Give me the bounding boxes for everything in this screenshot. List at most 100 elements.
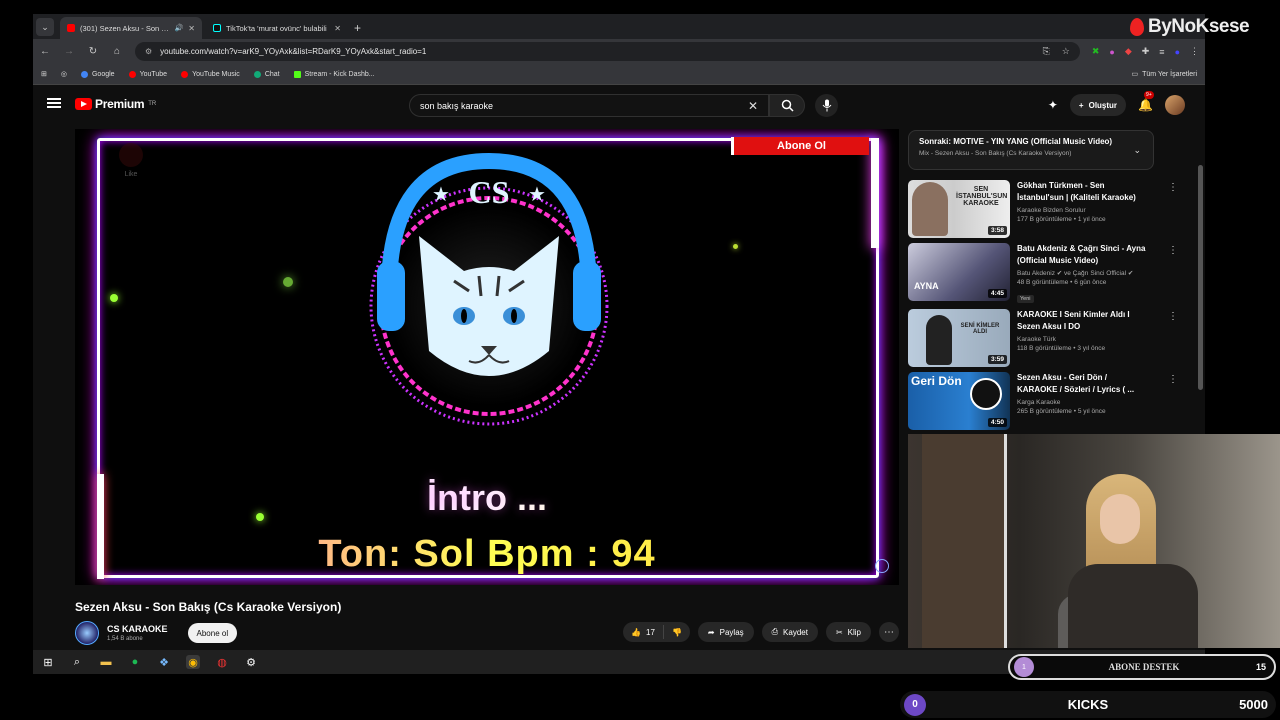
bookmark-icon[interactable]: ◎ bbox=[61, 70, 67, 78]
extension-x-icon[interactable]: ✖ bbox=[1092, 46, 1100, 57]
sparkle bbox=[283, 277, 293, 287]
tab-tiktok[interactable]: TikTok'ta 'murat ovünc' bulabili ✕ bbox=[206, 17, 348, 39]
search-button[interactable] bbox=[769, 94, 805, 117]
kick-icon bbox=[293, 70, 301, 78]
subscribe-button[interactable]: Abone ol bbox=[187, 623, 238, 643]
tiktok-favicon-icon bbox=[213, 24, 221, 32]
microphone-icon bbox=[822, 99, 831, 112]
thumbnail-text: Geri Dön bbox=[911, 374, 962, 388]
new-tab-icon[interactable]: + bbox=[354, 21, 361, 35]
folder-icon: ▭ bbox=[1131, 71, 1139, 78]
bookmarks-bar: ⊞ ◎ Google YouTube YouTube Music Chat St… bbox=[33, 64, 1205, 85]
notifications-button[interactable]: 🔔 9+ bbox=[1138, 91, 1154, 114]
bell-icon: 🔔 bbox=[1138, 98, 1153, 112]
site-info-icon[interactable]: ⚙ bbox=[145, 47, 152, 56]
recommendation-channel: Karaoke Bizden Sorulur bbox=[1017, 207, 1086, 214]
recommendation-channel: Karaoke Türk bbox=[1017, 336, 1056, 343]
audio-icon[interactable]: 🔊 bbox=[175, 24, 184, 32]
windows-start-icon[interactable]: ⊞ bbox=[41, 655, 55, 669]
more-actions-icon[interactable]: ⋯ bbox=[879, 622, 899, 642]
bookmark-chat[interactable]: Chat bbox=[253, 70, 280, 78]
recommendation-item[interactable]: Geri Dön 4:50 Sezen Aksu - Geri Dön / KA… bbox=[908, 372, 1178, 430]
home-icon[interactable]: ⌂ bbox=[111, 46, 123, 57]
settings-gear-icon[interactable]: ⚙ bbox=[244, 655, 258, 669]
apps-grid-icon[interactable]: ⊞ bbox=[41, 70, 47, 78]
file-explorer-icon[interactable]: ▬ bbox=[99, 655, 113, 669]
profile-icon[interactable]: ● bbox=[1175, 47, 1180, 57]
search-input[interactable]: son bakış karaoke ✕ bbox=[409, 94, 769, 117]
forward-icon[interactable]: → bbox=[63, 46, 75, 57]
channel-row: CS KARAOKE 1,54 B abone Abone ol bbox=[75, 621, 238, 645]
thumbnail-person bbox=[912, 182, 948, 236]
bookmark-youtube-music[interactable]: YouTube Music bbox=[181, 70, 240, 78]
save-button[interactable]: ⎙ Kaydet bbox=[761, 622, 818, 642]
bookmark-youtube[interactable]: YouTube bbox=[128, 70, 168, 78]
shirt bbox=[1068, 564, 1198, 648]
scissors-icon: ✂ bbox=[835, 627, 843, 637]
new-badge: Yeni bbox=[1017, 295, 1034, 303]
channel-name[interactable]: CS KARAOKE bbox=[107, 624, 168, 634]
recommendation-meta: 48 B görüntüleme • 6 gün önce bbox=[1017, 279, 1107, 286]
recommendation-item[interactable]: AYNA 4:45 Batu Akdeniz & Çağrı Sinci - A… bbox=[908, 243, 1178, 303]
webcam-overlay bbox=[908, 434, 1280, 648]
all-bookmarks[interactable]: ▭ Tüm Yer İşaretleri bbox=[1131, 70, 1197, 79]
studio-icon[interactable]: ✦ bbox=[1048, 98, 1058, 112]
youtube-header: Premium TR son bakış karaoke ✕ ✦ + Oluştu… bbox=[33, 85, 1205, 125]
video-thumbnail[interactable]: SEN İSTANBUL'SUN KARAOKE 3:58 bbox=[908, 180, 1010, 238]
more-options-icon[interactable]: ⋮ bbox=[1168, 245, 1178, 256]
clear-search-icon[interactable]: ✕ bbox=[748, 99, 758, 113]
more-options-icon[interactable]: ⋮ bbox=[1168, 311, 1178, 322]
like-button[interactable]: 👍 17 bbox=[623, 625, 664, 639]
recommendation-item[interactable]: SENİ KİMLER ALDI 3:59 KARAOKE I Seni Kim… bbox=[908, 309, 1178, 367]
video-player[interactable]: Abone Ol Like CS ★ ★ İntro ... Ton: Sol … bbox=[75, 129, 899, 585]
menu-dots-icon[interactable]: ⋮ bbox=[1190, 46, 1199, 57]
install-icon[interactable]: ⎘ bbox=[1043, 46, 1050, 57]
video-thumbnail[interactable]: Geri Dön 4:50 bbox=[908, 372, 1010, 430]
voice-search-button[interactable] bbox=[815, 94, 838, 117]
more-options-icon[interactable]: ⋮ bbox=[1168, 374, 1178, 385]
channel-watermark-icon[interactable] bbox=[875, 559, 889, 573]
video-thumbnail[interactable]: SENİ KİMLER ALDI 3:59 bbox=[908, 309, 1010, 367]
tab-search-icon[interactable]: ⌄ bbox=[36, 18, 54, 36]
search-query: son bakış karaoke bbox=[420, 100, 494, 111]
extensions-puzzle-icon[interactable]: ✚ bbox=[1142, 46, 1150, 57]
channel-avatar[interactable] bbox=[75, 621, 99, 645]
reload-icon[interactable]: ↻ bbox=[87, 46, 99, 57]
extension-red-icon[interactable]: ◆ bbox=[1125, 46, 1132, 57]
bookmark-label: YouTube bbox=[139, 70, 168, 78]
bookmark-kick[interactable]: Stream - Kick Dashb... bbox=[293, 70, 375, 78]
tab-close-icon[interactable]: ✕ bbox=[188, 24, 195, 33]
dislike-button[interactable]: 👎 bbox=[664, 628, 690, 637]
chevron-down-icon[interactable]: ⌄ bbox=[1133, 145, 1141, 156]
tab-close-icon[interactable]: ✕ bbox=[334, 24, 341, 33]
extension-icon[interactable]: ● bbox=[1109, 47, 1114, 57]
app-icon[interactable]: ❖ bbox=[157, 655, 171, 669]
logo-text: Premium bbox=[95, 97, 145, 111]
chrome-icon[interactable]: ◉ bbox=[186, 655, 200, 669]
youtube-logo[interactable]: Premium TR bbox=[75, 97, 156, 111]
bookmark-star-icon[interactable]: ☆ bbox=[1062, 46, 1070, 57]
bookmark-google[interactable]: Google bbox=[80, 70, 115, 78]
thumbs-up-icon: 👍 bbox=[631, 627, 642, 637]
media-icon[interactable]: ≡ bbox=[1159, 47, 1164, 57]
hamburger-menu-icon[interactable] bbox=[47, 98, 61, 108]
thumbs-down-icon: 👎 bbox=[671, 627, 682, 637]
recommendation-channel: Karga Karaoke bbox=[1017, 399, 1061, 406]
tab-youtube[interactable]: (301) Sezen Aksu - Son Bakı 🔊 ✕ bbox=[60, 17, 202, 39]
search-icon bbox=[781, 99, 794, 112]
back-icon[interactable]: ← bbox=[39, 46, 51, 57]
account-avatar[interactable] bbox=[1165, 95, 1185, 115]
recommendation-item[interactable]: SEN İSTANBUL'SUN KARAOKE 3:58 Gökhan Tür… bbox=[908, 180, 1178, 238]
address-bar[interactable]: ⚙ youtube.com/watch?v=arK9_YOyAxk&list=R… bbox=[135, 42, 1080, 61]
obs-icon[interactable]: ◍ bbox=[215, 655, 229, 669]
scrollbar[interactable] bbox=[1198, 165, 1203, 390]
create-button[interactable]: + Oluştur bbox=[1069, 94, 1127, 116]
clip-button[interactable]: ✂ Klip bbox=[825, 622, 871, 642]
up-next-panel[interactable]: Sonraki: MOTIVE - YIN YANG (Official Mus… bbox=[908, 130, 1154, 170]
more-options-icon[interactable]: ⋮ bbox=[1168, 182, 1178, 193]
spotify-icon[interactable]: ● bbox=[128, 655, 142, 669]
taskbar-search-icon[interactable]: ⌕ bbox=[70, 655, 84, 669]
video-thumbnail[interactable]: AYNA 4:45 bbox=[908, 243, 1010, 301]
share-button[interactable]: ➦ Paylaş bbox=[697, 622, 754, 642]
google-icon bbox=[80, 70, 88, 78]
